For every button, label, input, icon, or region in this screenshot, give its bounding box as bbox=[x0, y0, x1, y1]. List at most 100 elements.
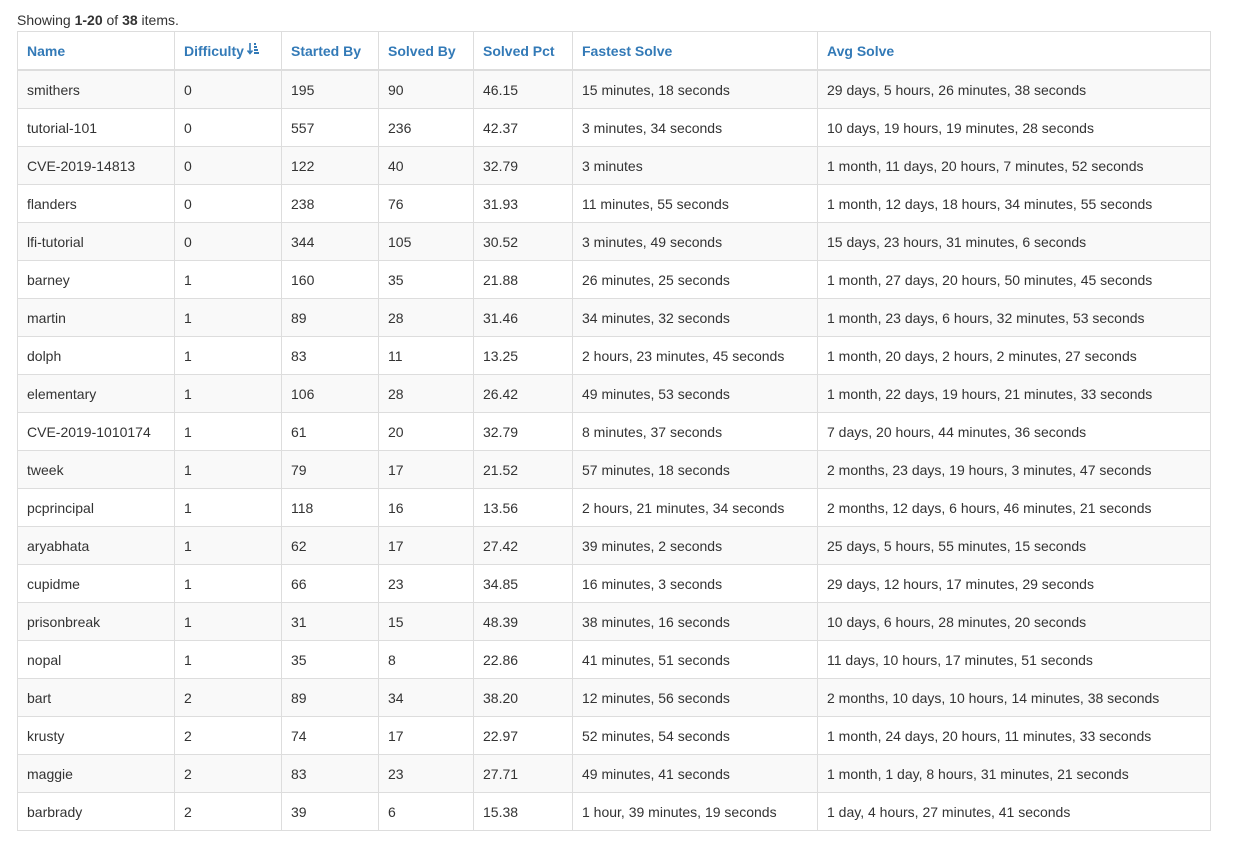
cell-name: nopal bbox=[17, 640, 175, 679]
cell-name: smithers bbox=[17, 69, 175, 109]
column-header-started-by: Started By bbox=[281, 31, 379, 71]
cell-solved-pct: 46.15 bbox=[473, 69, 573, 109]
cell-avg-solve: 1 day, 4 hours, 27 minutes, 41 seconds bbox=[817, 792, 1211, 831]
cell-solved-pct: 15.38 bbox=[473, 792, 573, 831]
sort-link-solved-pct[interactable]: Solved Pct bbox=[483, 43, 555, 59]
cell-name: elementary bbox=[17, 374, 175, 413]
cell-solved-pct: 31.93 bbox=[473, 184, 573, 223]
cell-fastest-solve: 39 minutes, 2 seconds bbox=[572, 526, 818, 565]
summary-prefix: Showing bbox=[17, 12, 75, 28]
cell-name: tutorial-101 bbox=[17, 108, 175, 147]
cell-avg-solve: 1 month, 23 days, 6 hours, 32 minutes, 5… bbox=[817, 298, 1211, 337]
cell-avg-solve: 29 days, 12 hours, 17 minutes, 29 second… bbox=[817, 564, 1211, 603]
cell-started-by: 238 bbox=[281, 184, 379, 223]
cell-started-by: 83 bbox=[281, 336, 379, 375]
column-header-name: Name bbox=[17, 31, 175, 71]
cell-started-by: 344 bbox=[281, 222, 379, 261]
cell-name: flanders bbox=[17, 184, 175, 223]
cell-avg-solve: 1 month, 22 days, 19 hours, 21 minutes, … bbox=[817, 374, 1211, 413]
cell-solved-by: 35 bbox=[378, 260, 474, 299]
sort-link-fastest-solve[interactable]: Fastest Solve bbox=[582, 43, 672, 59]
cell-name: cupidme bbox=[17, 564, 175, 603]
summary-suffix: items. bbox=[137, 12, 179, 28]
cell-solved-pct: 26.42 bbox=[473, 374, 573, 413]
table-row: CVE-2019-1010174 1 61 20 32.79 8 minutes, 37 … bbox=[17, 412, 1211, 451]
table-row: cupidme 1 66 23 34.85 16 minutes, 3 seconds 29… bbox=[17, 564, 1211, 603]
cell-solved-by: 17 bbox=[378, 716, 474, 755]
cell-started-by: 106 bbox=[281, 374, 379, 413]
cell-fastest-solve: 41 minutes, 51 seconds bbox=[572, 640, 818, 679]
cell-solved-by: 76 bbox=[378, 184, 474, 223]
cell-avg-solve: 1 month, 11 days, 20 hours, 7 minutes, 5… bbox=[817, 146, 1211, 185]
cell-avg-solve: 2 months, 10 days, 10 hours, 14 minutes,… bbox=[817, 678, 1211, 717]
cell-solved-by: 23 bbox=[378, 754, 474, 793]
cell-started-by: 31 bbox=[281, 602, 379, 641]
cell-fastest-solve: 2 hours, 23 minutes, 45 seconds bbox=[572, 336, 818, 375]
cell-difficulty: 2 bbox=[174, 716, 282, 755]
cell-fastest-solve: 38 minutes, 16 seconds bbox=[572, 602, 818, 641]
table-row: prisonbreak 1 31 15 48.39 38 minutes, 16 seco… bbox=[17, 602, 1211, 641]
cell-solved-by: 28 bbox=[378, 298, 474, 337]
cell-difficulty: 0 bbox=[174, 146, 282, 185]
cell-difficulty: 0 bbox=[174, 108, 282, 147]
cell-started-by: 83 bbox=[281, 754, 379, 793]
cell-solved-by: 40 bbox=[378, 146, 474, 185]
cell-fastest-solve: 3 minutes, 49 seconds bbox=[572, 222, 818, 261]
cell-started-by: 160 bbox=[281, 260, 379, 299]
cell-fastest-solve: 2 hours, 21 minutes, 34 seconds bbox=[572, 488, 818, 527]
column-header-avg-solve: Avg Solve bbox=[817, 31, 1211, 71]
cell-name: CVE-2019-14813 bbox=[17, 146, 175, 185]
cell-avg-solve: 1 month, 12 days, 18 hours, 34 minutes, … bbox=[817, 184, 1211, 223]
cell-started-by: 74 bbox=[281, 716, 379, 755]
cell-solved-pct: 32.79 bbox=[473, 412, 573, 451]
cell-started-by: 89 bbox=[281, 298, 379, 337]
cell-solved-pct: 38.20 bbox=[473, 678, 573, 717]
header-row: Name Difficulty Started By Solved By Sol… bbox=[17, 31, 1211, 71]
table-row: nopal 1 35 8 22.86 41 minutes, 51 seconds 11 d… bbox=[17, 640, 1211, 679]
cell-fastest-solve: 16 minutes, 3 seconds bbox=[572, 564, 818, 603]
cell-avg-solve: 10 days, 6 hours, 28 minutes, 20 seconds bbox=[817, 602, 1211, 641]
cell-name: martin bbox=[17, 298, 175, 337]
sort-link-name[interactable]: Name bbox=[27, 43, 65, 59]
cell-difficulty: 1 bbox=[174, 412, 282, 451]
cell-avg-solve: 25 days, 5 hours, 55 minutes, 15 seconds bbox=[817, 526, 1211, 565]
sort-link-difficulty-label: Difficulty bbox=[184, 42, 244, 59]
cell-solved-by: 28 bbox=[378, 374, 474, 413]
cell-started-by: 66 bbox=[281, 564, 379, 603]
cell-difficulty: 1 bbox=[174, 488, 282, 527]
cell-name: pcprincipal bbox=[17, 488, 175, 527]
cell-solved-pct: 31.46 bbox=[473, 298, 573, 337]
cell-difficulty: 2 bbox=[174, 678, 282, 717]
sort-link-solved-by[interactable]: Solved By bbox=[388, 43, 456, 59]
cell-difficulty: 1 bbox=[174, 526, 282, 565]
sort-link-started-by[interactable]: Started By bbox=[291, 43, 361, 59]
cell-started-by: 61 bbox=[281, 412, 379, 451]
cell-difficulty: 2 bbox=[174, 754, 282, 793]
cell-solved-by: 34 bbox=[378, 678, 474, 717]
cell-name: prisonbreak bbox=[17, 602, 175, 641]
cell-solved-pct: 13.25 bbox=[473, 336, 573, 375]
table-row: bart 2 89 34 38.20 12 minutes, 56 seconds 2 mo… bbox=[17, 678, 1211, 717]
cell-solved-by: 105 bbox=[378, 222, 474, 261]
cell-fastest-solve: 12 minutes, 56 seconds bbox=[572, 678, 818, 717]
cell-avg-solve: 10 days, 19 hours, 19 minutes, 28 second… bbox=[817, 108, 1211, 147]
cell-fastest-solve: 57 minutes, 18 seconds bbox=[572, 450, 818, 489]
sort-amount-asc-icon bbox=[246, 42, 259, 58]
cell-started-by: 79 bbox=[281, 450, 379, 489]
column-header-difficulty: Difficulty bbox=[174, 31, 282, 71]
cell-name: aryabhata bbox=[17, 526, 175, 565]
cell-fastest-solve: 52 minutes, 54 seconds bbox=[572, 716, 818, 755]
cell-difficulty: 0 bbox=[174, 222, 282, 261]
column-header-solved-pct: Solved Pct bbox=[473, 31, 573, 71]
cell-fastest-solve: 49 minutes, 41 seconds bbox=[572, 754, 818, 793]
cell-difficulty: 1 bbox=[174, 564, 282, 603]
cell-solved-pct: 21.52 bbox=[473, 450, 573, 489]
sort-link-difficulty[interactable]: Difficulty bbox=[184, 43, 259, 59]
cell-solved-by: 20 bbox=[378, 412, 474, 451]
challenges-table: Name Difficulty Started By Solved By Sol… bbox=[17, 31, 1211, 831]
table-row: barney 1 160 35 21.88 26 minutes, 25 seconds 1… bbox=[17, 260, 1211, 299]
sort-link-avg-solve[interactable]: Avg Solve bbox=[827, 43, 894, 59]
cell-name: bart bbox=[17, 678, 175, 717]
cell-solved-by: 23 bbox=[378, 564, 474, 603]
cell-solved-pct: 42.37 bbox=[473, 108, 573, 147]
